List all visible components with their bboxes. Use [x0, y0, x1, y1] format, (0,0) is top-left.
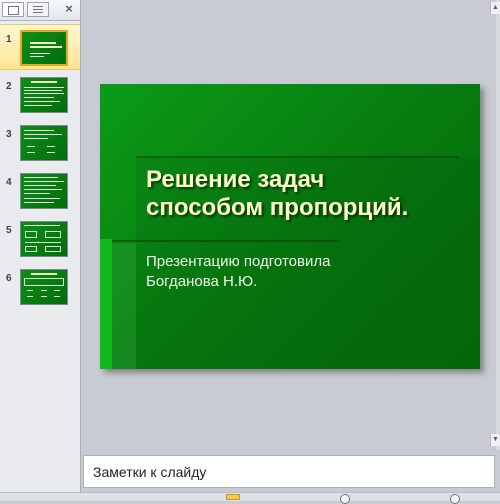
- slide-title-line: способом пропорций.: [146, 194, 409, 221]
- slide-subtitle-line: Презентацию подготовила: [146, 253, 331, 270]
- slide-thumbnail-2[interactable]: 2: [0, 72, 80, 118]
- slide-thumbnail-1[interactable]: 1: [0, 24, 80, 70]
- slide-number: 3: [6, 129, 12, 140]
- slide-preview: [20, 173, 68, 209]
- outline-icon: [33, 6, 43, 14]
- slide-preview: [20, 77, 68, 113]
- notes-placeholder: Заметки к слайду: [93, 464, 207, 480]
- slide-canvas[interactable]: Решение задач способом пропорций. Презен…: [100, 84, 480, 369]
- zoom-in-icon[interactable]: [450, 494, 460, 504]
- slide-decoration-bar: [100, 239, 112, 369]
- slide-thumbnail-4[interactable]: 4: [0, 168, 80, 214]
- slide-number: 6: [6, 273, 12, 284]
- slide-number: 5: [6, 225, 12, 236]
- close-icon[interactable]: ×: [62, 1, 76, 17]
- notes-field[interactable]: Заметки к слайду: [83, 455, 495, 488]
- outline-tab[interactable]: [27, 2, 49, 17]
- slide-decoration-line: [112, 240, 340, 242]
- chevron-down-icon: ▼: [492, 436, 499, 443]
- slides-panel: × 1 2 3 4 5 6: [0, 0, 81, 492]
- slide-title-line: Решение задач: [146, 166, 325, 193]
- slide-number: 2: [6, 81, 12, 92]
- slide-subtitle-line: Богданова Н.Ю.: [146, 273, 258, 290]
- slide-decoration-band: [112, 244, 136, 369]
- slide-thumbnail-6[interactable]: 6: [0, 264, 80, 310]
- slide-thumbnail-3[interactable]: 3: [0, 120, 80, 166]
- slides-tab[interactable]: [2, 2, 24, 17]
- slide-number: 4: [6, 177, 12, 188]
- slide-thumbnail-5[interactable]: 5: [0, 216, 80, 262]
- slide-subtitle[interactable]: Презентацию подготовила Богданова Н.Ю.: [146, 252, 466, 292]
- slides-icon: [8, 6, 19, 15]
- vertical-scrollbar[interactable]: [496, 0, 500, 450]
- slide-preview: [20, 125, 68, 161]
- slide-decoration-line: [136, 156, 458, 158]
- view-normal-icon[interactable]: [226, 494, 240, 500]
- slide-preview: [20, 269, 68, 305]
- panel-tab-bar: ×: [0, 0, 80, 21]
- slide-preview: [20, 221, 68, 257]
- slide-preview: [20, 30, 68, 66]
- slide-number: 1: [6, 34, 12, 45]
- zoom-out-icon[interactable]: [340, 494, 350, 504]
- slide-title[interactable]: Решение задач способом пропорций.: [146, 166, 476, 222]
- chevron-up-icon: ▲: [492, 4, 499, 11]
